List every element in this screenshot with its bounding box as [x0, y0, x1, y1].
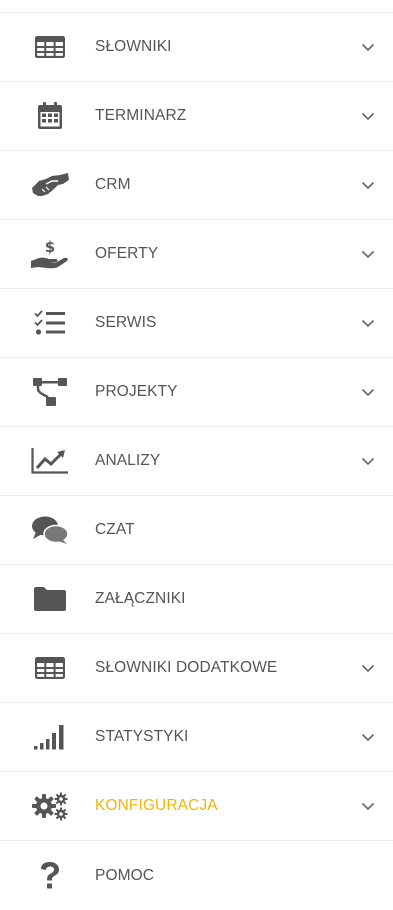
question-icon	[30, 859, 70, 893]
table-icon	[30, 30, 70, 64]
menu-item-label: POMOC	[95, 866, 155, 884]
menu-item-label: STATYSTYKI	[95, 728, 189, 745]
menu-item-label: SERWIS	[95, 314, 157, 331]
menu-item-slowniki-dodatkowe[interactable]: SŁOWNIKI DODATKOWE	[0, 634, 393, 703]
chevron-down-icon[interactable]	[360, 108, 376, 124]
chevron-down-icon[interactable]	[360, 729, 376, 745]
chat-icon	[30, 513, 70, 547]
folder-icon	[30, 582, 70, 616]
menu-item-terminarz[interactable]: TERMINARZ	[0, 82, 393, 151]
chevron-down-icon[interactable]	[360, 246, 376, 262]
gears-icon	[30, 789, 70, 823]
table-icon	[30, 651, 70, 685]
menu-item-pomoc[interactable]: POMOC	[0, 841, 393, 910]
menu-item-oferty[interactable]: $ OFERTY	[0, 220, 393, 289]
chevron-down-icon[interactable]	[360, 453, 376, 469]
menu-item-crm[interactable]: CRM	[0, 151, 393, 220]
menu-top-divider	[0, 0, 393, 13]
menu-item-zalaczniki[interactable]: ZAŁĄCZNIKI	[0, 565, 393, 634]
menu-item-label: SŁOWNIKI DODATKOWE	[95, 659, 278, 676]
menu-item-label: CRM	[95, 176, 131, 193]
menu-item-label: TERMINARZ	[95, 107, 187, 124]
menu-item-slowniki[interactable]: SŁOWNIKI	[0, 13, 393, 82]
chevron-down-icon[interactable]	[360, 177, 376, 193]
menu-item-konfiguracja[interactable]: KONFIGURACJA	[0, 772, 393, 841]
calendar-icon	[30, 99, 70, 133]
line-chart-icon	[30, 444, 70, 478]
menu-item-label: KONFIGURACJA	[95, 797, 218, 814]
checklist-icon	[30, 306, 70, 340]
menu-item-label: ZAŁĄCZNIKI	[95, 590, 186, 607]
menu-item-czat[interactable]: CZAT	[0, 496, 393, 565]
chevron-down-icon[interactable]	[360, 798, 376, 814]
menu-item-label: CZAT	[95, 521, 135, 538]
chevron-down-icon[interactable]	[360, 384, 376, 400]
svg-text:$: $	[45, 239, 55, 256]
menu-item-label: PROJEKTY	[95, 383, 178, 400]
menu-item-statystyki[interactable]: STATYSTYKI	[0, 703, 393, 772]
sitemap-icon	[30, 375, 70, 409]
sidebar-menu: SŁOWNIKI TERMINARZ CRM $ OFERTY SERWIS P…	[0, 0, 393, 908]
menu-item-projekty[interactable]: PROJEKTY	[0, 358, 393, 427]
chevron-down-icon[interactable]	[360, 660, 376, 676]
chevron-down-icon[interactable]	[360, 315, 376, 331]
hand-money-icon: $	[30, 237, 70, 271]
menu-item-serwis[interactable]: SERWIS	[0, 289, 393, 358]
chevron-down-icon[interactable]	[360, 39, 376, 55]
menu-item-label: ANALIZY	[95, 452, 161, 469]
handshake-icon	[30, 168, 70, 202]
signal-bars-icon	[30, 720, 70, 754]
menu-item-label: OFERTY	[95, 245, 159, 262]
menu-item-label: SŁOWNIKI	[95, 38, 172, 55]
menu-item-analizy[interactable]: ANALIZY	[0, 427, 393, 496]
